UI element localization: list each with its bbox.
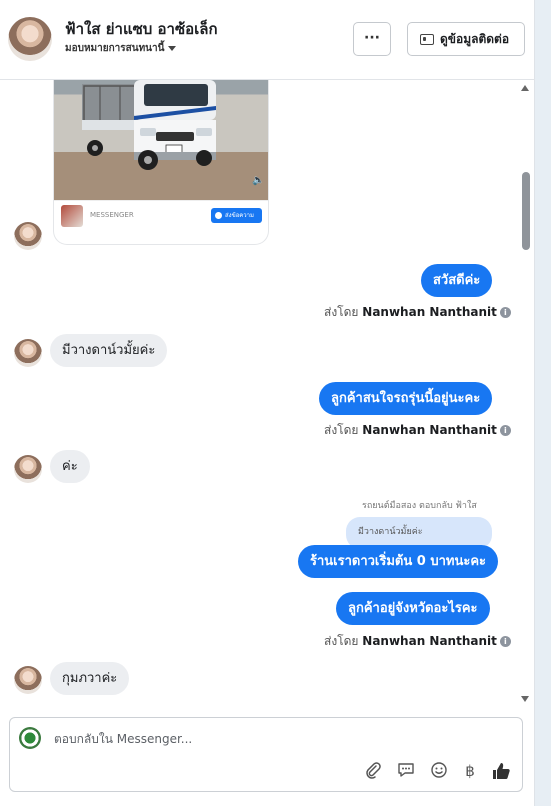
- contact-avatar-small: [14, 339, 42, 367]
- scroll-up-arrow-icon[interactable]: [521, 85, 529, 91]
- sender-name: Nanwhan Nanthanit: [362, 305, 497, 319]
- speaker-icon[interactable]: 🔈: [252, 175, 264, 186]
- incoming-message-bubble[interactable]: ค่ะ: [50, 450, 90, 483]
- caret-down-icon: [168, 45, 177, 51]
- outgoing-message-bubble[interactable]: ร้านเราดาวเริ่มต้น 0 บาทนะคะ: [298, 545, 499, 578]
- scrollbar-thumb[interactable]: [522, 172, 530, 250]
- scroll-down-arrow-icon[interactable]: [521, 696, 529, 702]
- info-icon[interactable]: i: [499, 636, 511, 647]
- sent-by-label: ส่งโดย Nanwhan Nanthanit i: [324, 421, 511, 440]
- sender-name: Nanwhan Nanthanit: [362, 634, 497, 648]
- messenger-icon: [215, 212, 222, 219]
- contact-avatar-small: [14, 455, 42, 483]
- media-source-label: MESSENGER: [90, 211, 134, 219]
- media-thumbnail: [61, 205, 83, 227]
- contact-avatar[interactable]: [8, 17, 52, 61]
- attach-icon[interactable]: [363, 761, 383, 781]
- shared-media-card[interactable]: 🔈 MESSENGER ส่งข้อความ: [53, 80, 269, 245]
- incoming-message-bubble[interactable]: กุมภวาค่ะ: [50, 662, 130, 695]
- truck-photo: 🔈: [54, 80, 268, 200]
- outgoing-message-bubble[interactable]: ลูกค้าอยู่จังหวัดอะไรคะ: [336, 592, 490, 625]
- sender-name: Nanwhan Nanthanit: [362, 423, 497, 437]
- view-contact-button[interactable]: ดูข้อมูลติดต่อ: [407, 22, 525, 56]
- contact-avatar-small: [14, 666, 42, 694]
- saved-replies-icon[interactable]: [396, 761, 416, 781]
- outgoing-message-bubble[interactable]: สวัสดีค่ะ: [421, 264, 493, 297]
- reply-meta-label: รถยนต์มือสอง ตอบกลับ ฟ้าใส: [362, 501, 477, 511]
- more-options-button[interactable]: ···: [353, 22, 391, 56]
- reply-input[interactable]: [54, 732, 494, 746]
- media-card-footer: MESSENGER ส่งข้อความ: [54, 200, 268, 230]
- assign-conversation-dropdown[interactable]: มอบหมายการสนทนานี้: [65, 41, 177, 56]
- outgoing-message-bubble[interactable]: ลูกค้าสนใจรถรุ่นนี้อยู่นะคะ: [319, 382, 493, 415]
- info-icon[interactable]: i: [499, 307, 511, 318]
- emoji-icon[interactable]: [429, 761, 449, 781]
- sent-by-label: ส่งโดย Nanwhan Nanthanit i: [324, 303, 511, 322]
- window-edge: [535, 0, 551, 806]
- sent-by-label: ส่งโดย Nanwhan Nanthanit i: [324, 632, 511, 651]
- page-avatar: [19, 727, 41, 749]
- sent-by-prefix: ส่งโดย: [324, 634, 359, 648]
- contact-avatar-small: [14, 222, 42, 250]
- payment-baht-icon[interactable]: ฿: [460, 761, 480, 781]
- sent-by-prefix: ส่งโดย: [324, 305, 359, 319]
- sent-by-prefix: ส่งโดย: [324, 423, 359, 437]
- send-message-button[interactable]: ส่งข้อความ: [211, 208, 262, 223]
- view-contact-label: ดูข้อมูลติดต่อ: [440, 32, 510, 46]
- contact-card-icon: [420, 34, 434, 45]
- send-message-label: ส่งข้อความ: [225, 212, 255, 219]
- contact-name: ฟ้าใส ย่าแซบ อาซ้อเล็ก: [65, 20, 218, 38]
- like-icon[interactable]: [491, 761, 511, 781]
- incoming-message-bubble[interactable]: มีวางดาน์วมั้ยค่ะ: [50, 334, 168, 367]
- reply-composer: ฿: [9, 717, 523, 792]
- conversation-panel: ฟ้าใส ย่าแซบ อาซ้อเล็ก มอบหมายการสนทนานี…: [0, 0, 535, 806]
- conversation-header: ฟ้าใส ย่าแซบ อาซ้อเล็ก มอบหมายการสนทนานี…: [0, 0, 535, 80]
- info-icon[interactable]: i: [499, 425, 511, 436]
- truck-image: [82, 80, 216, 170]
- assign-conversation-label: มอบหมายการสนทนานี้: [65, 43, 165, 54]
